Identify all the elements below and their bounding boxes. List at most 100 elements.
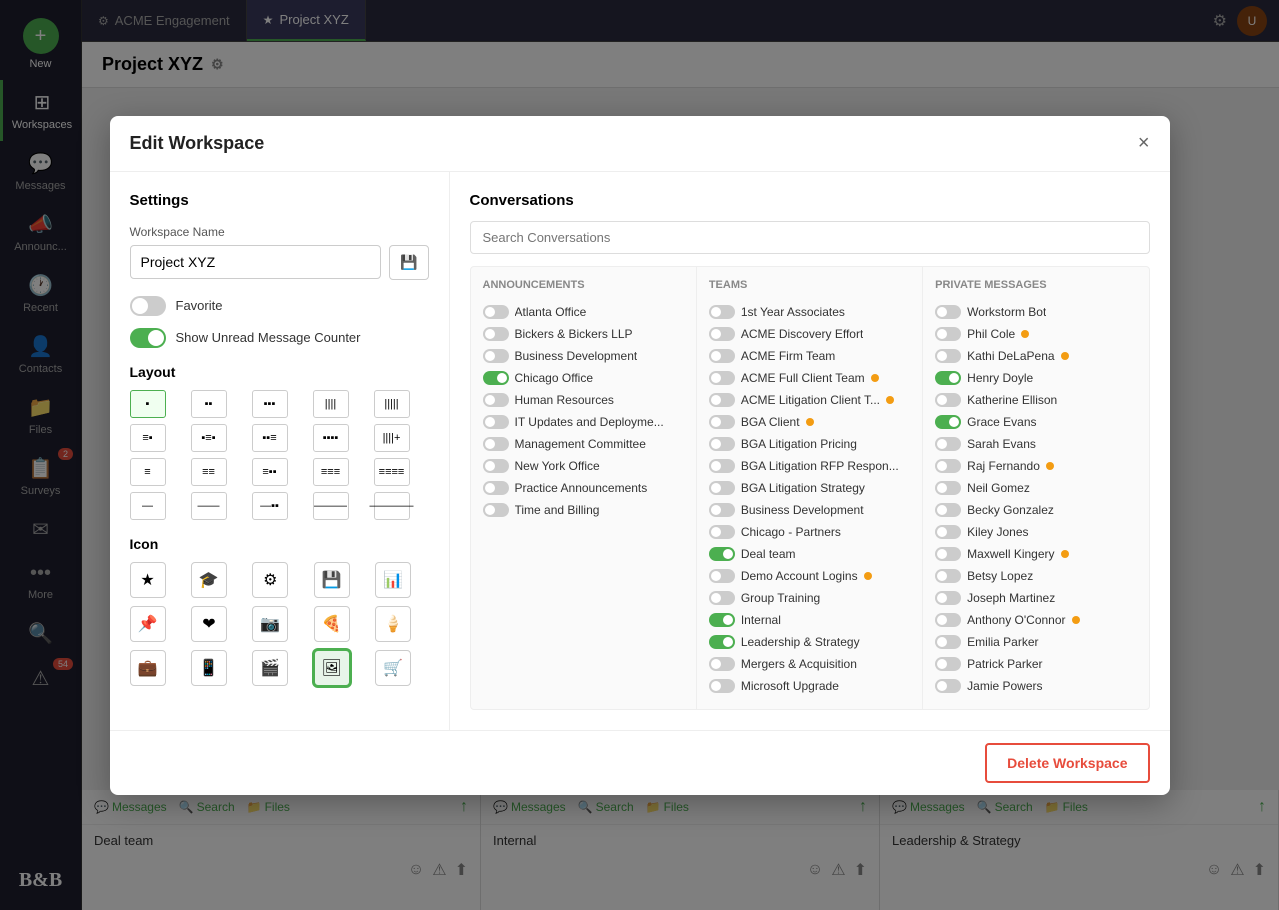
layout-btn-15[interactable]: ≡≡≡≡ bbox=[374, 458, 410, 486]
layout-btn-11[interactable]: ≡ bbox=[130, 458, 166, 486]
conv-item[interactable]: Time and Billing bbox=[483, 499, 684, 521]
conv-item[interactable]: Workstorm Bot bbox=[935, 301, 1136, 323]
conv-item[interactable]: 1st Year Associates bbox=[709, 301, 910, 323]
conv-item[interactable]: BGA Litigation Pricing bbox=[709, 433, 910, 455]
icon-pizza[interactable]: 🍕 bbox=[314, 606, 350, 642]
conv-item[interactable]: Business Development bbox=[709, 499, 910, 521]
conv-toggle[interactable] bbox=[935, 349, 961, 363]
conv-toggle[interactable] bbox=[709, 481, 735, 495]
conv-item[interactable]: Becky Gonzalez bbox=[935, 499, 1136, 521]
conv-toggle[interactable] bbox=[935, 503, 961, 517]
save-button[interactable]: 💾 bbox=[389, 245, 428, 280]
conv-toggle[interactable] bbox=[935, 437, 961, 451]
conv-toggle[interactable] bbox=[935, 481, 961, 495]
conv-item[interactable]: Chicago Office bbox=[483, 367, 684, 389]
conv-toggle[interactable] bbox=[709, 613, 735, 627]
conv-item[interactable]: Leadership & Strategy bbox=[709, 631, 910, 653]
layout-btn-13[interactable]: ≡▪▪ bbox=[252, 458, 288, 486]
conv-item[interactable]: Grace Evans bbox=[935, 411, 1136, 433]
layout-btn-2[interactable]: ▪▪ bbox=[191, 390, 227, 418]
conv-toggle[interactable] bbox=[709, 569, 735, 583]
delete-workspace-button[interactable]: Delete Workspace bbox=[985, 743, 1149, 783]
conv-item[interactable]: New York Office bbox=[483, 455, 684, 477]
conv-toggle[interactable] bbox=[483, 415, 509, 429]
conv-item[interactable]: Phil Cole bbox=[935, 323, 1136, 345]
icon-chart[interactable]: 📊 bbox=[375, 562, 411, 598]
layout-btn-3[interactable]: ▪▪▪ bbox=[252, 390, 288, 418]
conv-toggle[interactable] bbox=[935, 525, 961, 539]
conv-item[interactable]: Raj Fernando bbox=[935, 455, 1136, 477]
layout-btn-10[interactable]: ||||+ bbox=[374, 424, 410, 452]
conv-toggle[interactable] bbox=[935, 613, 961, 627]
icon-briefcase[interactable]: 💼 bbox=[130, 650, 166, 686]
layout-btn-9[interactable]: ▪▪▪▪ bbox=[313, 424, 349, 452]
conv-item[interactable]: Kiley Jones bbox=[935, 521, 1136, 543]
conv-toggle[interactable] bbox=[935, 305, 961, 319]
icon-cart[interactable]: 🛒 bbox=[375, 650, 411, 686]
conv-toggle[interactable] bbox=[935, 547, 961, 561]
conv-toggle[interactable] bbox=[709, 305, 735, 319]
conv-item[interactable]: Microsoft Upgrade bbox=[709, 675, 910, 697]
conv-item[interactable]: Maxwell Kingery bbox=[935, 543, 1136, 565]
conv-toggle[interactable] bbox=[935, 415, 961, 429]
modal-close-button[interactable]: × bbox=[1138, 132, 1150, 155]
layout-btn-19[interactable]: ——— bbox=[313, 492, 349, 520]
conv-toggle[interactable] bbox=[709, 371, 735, 385]
conv-toggle[interactable] bbox=[935, 635, 961, 649]
conv-item[interactable]: Henry Doyle bbox=[935, 367, 1136, 389]
layout-btn-16[interactable]: — bbox=[130, 492, 166, 520]
icon-gear[interactable]: ⚙ bbox=[252, 562, 288, 598]
conv-item[interactable]: Chicago - Partners bbox=[709, 521, 910, 543]
conv-item[interactable]: Management Committee bbox=[483, 433, 684, 455]
conv-item[interactable]: ACME Discovery Effort bbox=[709, 323, 910, 345]
conv-toggle[interactable] bbox=[935, 327, 961, 341]
conv-item[interactable]: BGA Litigation RFP Respon... bbox=[709, 455, 910, 477]
conv-item[interactable]: Demo Account Logins bbox=[709, 565, 910, 587]
icon-pin[interactable]: 📌 bbox=[130, 606, 166, 642]
icon-ice-cream[interactable]: 🍦 bbox=[375, 606, 411, 642]
conversations-search-input[interactable] bbox=[470, 221, 1150, 254]
conv-toggle[interactable] bbox=[935, 569, 961, 583]
conv-item[interactable]: Emilia Parker bbox=[935, 631, 1136, 653]
conv-toggle[interactable] bbox=[709, 393, 735, 407]
conv-toggle[interactable] bbox=[709, 525, 735, 539]
icon-save[interactable]: 💾 bbox=[314, 562, 350, 598]
conv-item[interactable]: BGA Client bbox=[709, 411, 910, 433]
layout-btn-8[interactable]: ▪▪≡ bbox=[252, 424, 288, 452]
layout-btn-20[interactable]: ———— bbox=[374, 492, 410, 520]
conv-item[interactable]: Neil Gomez bbox=[935, 477, 1136, 499]
icon-heart[interactable]: ❤ bbox=[191, 606, 227, 642]
conv-item[interactable]: Anthony O'Connor bbox=[935, 609, 1136, 631]
conv-item[interactable]: Patrick Parker bbox=[935, 653, 1136, 675]
icon-camera[interactable]: 📷 bbox=[252, 606, 288, 642]
conv-toggle[interactable] bbox=[709, 415, 735, 429]
conv-item[interactable]: Mergers & Acquisition bbox=[709, 653, 910, 675]
conv-toggle[interactable] bbox=[709, 437, 735, 451]
conv-item[interactable]: Sarah Evans bbox=[935, 433, 1136, 455]
icon-star[interactable]: ★ bbox=[130, 562, 166, 598]
layout-btn-14[interactable]: ≡≡≡ bbox=[313, 458, 349, 486]
conv-toggle[interactable] bbox=[709, 503, 735, 517]
conv-toggle[interactable] bbox=[709, 657, 735, 671]
conv-item[interactable]: Practice Announcements bbox=[483, 477, 684, 499]
conv-toggle[interactable] bbox=[483, 393, 509, 407]
icon-grad[interactable]: 🎓 bbox=[191, 562, 227, 598]
conv-toggle[interactable] bbox=[935, 371, 961, 385]
conv-item[interactable]: Human Resources bbox=[483, 389, 684, 411]
conv-toggle[interactable] bbox=[935, 459, 961, 473]
layout-btn-1[interactable]: ▪ bbox=[130, 390, 166, 418]
conv-toggle[interactable] bbox=[483, 459, 509, 473]
conv-toggle[interactable] bbox=[709, 635, 735, 649]
show-unread-toggle[interactable] bbox=[130, 328, 166, 348]
conv-toggle[interactable] bbox=[935, 591, 961, 605]
layout-btn-7[interactable]: ▪≡▪ bbox=[191, 424, 227, 452]
workspace-name-input[interactable] bbox=[130, 245, 382, 279]
conv-toggle[interactable] bbox=[483, 481, 509, 495]
conv-toggle[interactable] bbox=[483, 327, 509, 341]
conv-item[interactable]: Deal team bbox=[709, 543, 910, 565]
layout-btn-6[interactable]: ≡▪ bbox=[130, 424, 166, 452]
conv-toggle[interactable] bbox=[709, 679, 735, 693]
conv-toggle[interactable] bbox=[709, 591, 735, 605]
conv-toggle[interactable] bbox=[483, 503, 509, 517]
conv-toggle[interactable] bbox=[935, 657, 961, 671]
